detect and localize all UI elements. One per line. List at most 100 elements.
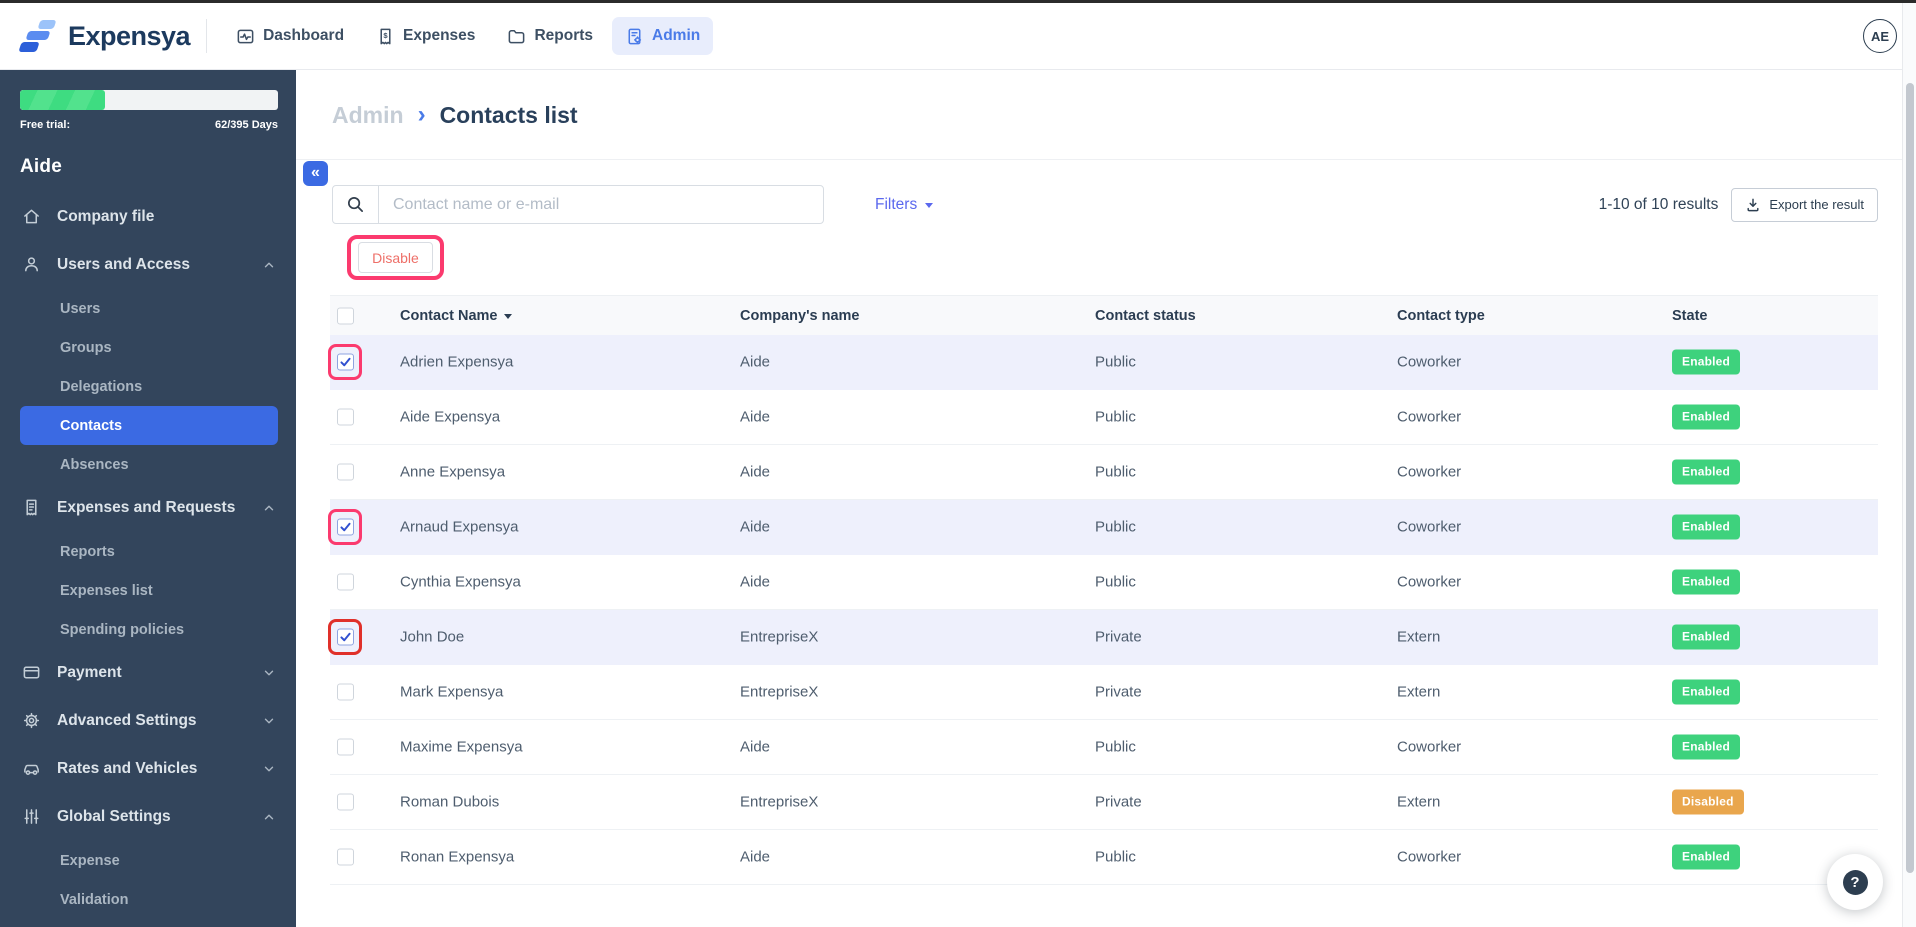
nav-item-expenses[interactable]: $ Expenses (363, 17, 488, 55)
cell-contact-type: Extern (1397, 628, 1441, 646)
svg-text:$: $ (383, 31, 388, 40)
state-badge: Enabled (1672, 624, 1741, 650)
sidebar-item-expenses-and-requests[interactable]: Expenses and Requests (0, 484, 296, 532)
row-checkbox[interactable] (337, 518, 354, 536)
disable-button[interactable]: Disable (358, 242, 433, 273)
sidebar-item-payment[interactable]: Payment (0, 649, 296, 697)
row-checkbox[interactable] (337, 848, 354, 866)
state-badge: Enabled (1672, 404, 1741, 430)
row-checkbox[interactable] (337, 738, 354, 756)
trial-progress-track (20, 90, 278, 110)
cell-contact-name: John Doe (400, 628, 465, 646)
cell-contact-status: Public (1095, 573, 1136, 591)
cell-contact-status: Private (1095, 628, 1142, 646)
cell-contact-type: Coworker (1397, 463, 1462, 481)
breadcrumb-parent[interactable]: Admin (332, 102, 404, 129)
cell-contact-status: Public (1095, 353, 1136, 371)
expensya-logo[interactable]: Expensya (0, 20, 191, 52)
sidebar-item-global-settings[interactable]: Global Settings (0, 793, 296, 841)
table-body: Adrien Expensya Aide Public Coworker Enabled… (328, 335, 1878, 885)
expensya-logo-icon (18, 20, 57, 52)
table-row[interactable]: Maxime Expensya Aide Public Coworker Enabled (330, 720, 1878, 775)
nav-item-dashboard[interactable]: Dashboard (223, 17, 357, 55)
sidebar-item-label: Rates and Vehicles (57, 760, 198, 777)
cell-contact-name: Maxime Expensya (400, 738, 523, 756)
table-row[interactable]: John Doe EntrepriseX Private Extern Enabled (328, 610, 1878, 665)
row-checkbox[interactable] (337, 408, 354, 426)
search-input[interactable] (379, 195, 823, 214)
sidebar-item-rates-and-vehicles[interactable]: Rates and Vehicles (0, 745, 296, 793)
state-badge: Enabled (1672, 569, 1741, 595)
table-row[interactable]: Adrien Expensya Aide Public Coworker Enabled (328, 335, 1878, 390)
sidebar-item-absences[interactable]: Absences (0, 445, 296, 484)
sidebar-item-label: Global Settings (57, 808, 171, 825)
sidebar-menu: Company file Users and Access Users Groups D… (0, 193, 296, 919)
sidebar-item-advanced-settings[interactable]: Advanced Settings (0, 697, 296, 745)
sidebar-item-company-file[interactable]: Company file (0, 193, 296, 241)
row-checkbox[interactable] (337, 463, 354, 481)
admin-icon (625, 27, 644, 46)
table-row[interactable]: Roman Dubois EntrepriseX Private Extern Disa… (330, 775, 1878, 830)
cell-company-name: EntrepriseX (740, 628, 819, 646)
table-row[interactable]: Aide Expensya Aide Public Coworker Enabled (330, 390, 1878, 445)
column-header-contact-status: Contact status (1095, 307, 1196, 324)
download-icon (1745, 197, 1761, 213)
state-badge: Enabled (1672, 459, 1741, 485)
sidebar-item-label: Contacts (60, 417, 123, 434)
sidebar-item-groups[interactable]: Groups (0, 328, 296, 367)
sidebar-item-users-and-access[interactable]: Users and Access (0, 241, 296, 289)
results-count: 1-10 of 10 results (1598, 195, 1719, 213)
chevron-down-icon (262, 666, 276, 680)
page-title: Contacts list (439, 102, 578, 128)
sidebar-item-expense[interactable]: Expense (0, 841, 296, 880)
select-all-checkbox[interactable] (337, 307, 354, 324)
breadcrumb-chevron-icon: › (417, 100, 426, 128)
cell-company-name: EntrepriseX (740, 793, 819, 811)
sidebar-item-reports[interactable]: Reports (0, 532, 296, 571)
help-button[interactable]: ? (1827, 854, 1883, 910)
table-row[interactable]: Arnaud Expensya Aide Public Coworker Enabled (328, 500, 1878, 555)
cell-contact-name: Ronan Expensya (400, 848, 515, 866)
row-checkbox[interactable] (337, 683, 354, 701)
top-navbar: Expensya Dashboard $ Expenses Reports Admin … (0, 3, 1916, 70)
filters-dropdown[interactable]: Filters (875, 185, 934, 224)
cell-company-name: Aide (740, 518, 771, 536)
sidebar-item-expenses-list[interactable]: Expenses list (0, 571, 296, 610)
table-row[interactable]: Mark Expensya EntrepriseX Private Extern Ena… (330, 665, 1878, 720)
sidebar-item-label: Delegations (60, 378, 143, 395)
nav-item-reports[interactable]: Reports (494, 17, 606, 55)
row-checkbox[interactable] (337, 573, 354, 591)
sidebar-item-users[interactable]: Users (0, 289, 296, 328)
chevron-down-icon (925, 203, 934, 208)
filters-label: Filters (875, 195, 918, 213)
table-row[interactable]: Cynthia Expensya Aide Public Coworker Enable… (330, 555, 1878, 610)
column-header-contact-name[interactable]: Contact Name (400, 308, 512, 324)
cell-contact-name: Aide Expensya (400, 408, 501, 426)
nav-item-admin[interactable]: Admin (612, 17, 714, 55)
sidebar-item-label: Absences (60, 456, 129, 473)
column-header-company-s-name: Company's name (740, 307, 860, 324)
state-badge: Enabled (1672, 679, 1741, 705)
chevron-up-icon (262, 810, 276, 824)
row-checkbox[interactable] (337, 353, 354, 371)
cell-contact-name: Cynthia Expensya (400, 573, 521, 591)
question-icon: ? (1842, 869, 1868, 895)
export-button[interactable]: Export the result (1731, 187, 1878, 222)
cell-contact-status: Private (1095, 793, 1142, 811)
table-row[interactable]: Anne Expensya Aide Public Coworker Enabled (330, 445, 1878, 500)
sidebar-collapse-button[interactable]: « (303, 161, 328, 186)
sidebar-item-delegations[interactable]: Delegations (0, 367, 296, 406)
cell-contact-status: Public (1095, 463, 1136, 481)
sidebar-item-validation[interactable]: Validation (0, 880, 296, 919)
table-row[interactable]: Ronan Expensya Aide Public Coworker Enabled (330, 830, 1878, 885)
user-avatar[interactable]: AE (1863, 19, 1897, 53)
sidebar-item-contacts[interactable]: Contacts (20, 406, 278, 445)
scrollbar-thumb[interactable] (1906, 83, 1914, 873)
row-checkbox[interactable] (337, 628, 354, 646)
row-checkbox[interactable] (337, 793, 354, 811)
sidebar-item-label: Advanced Settings (57, 712, 197, 729)
contacts-table: Contact Name Company's name Contact status… (328, 295, 1878, 885)
gear-icon (22, 711, 42, 731)
sidebar-item-spending-policies[interactable]: Spending policies (0, 610, 296, 649)
column-header-state: State (1672, 307, 1708, 324)
